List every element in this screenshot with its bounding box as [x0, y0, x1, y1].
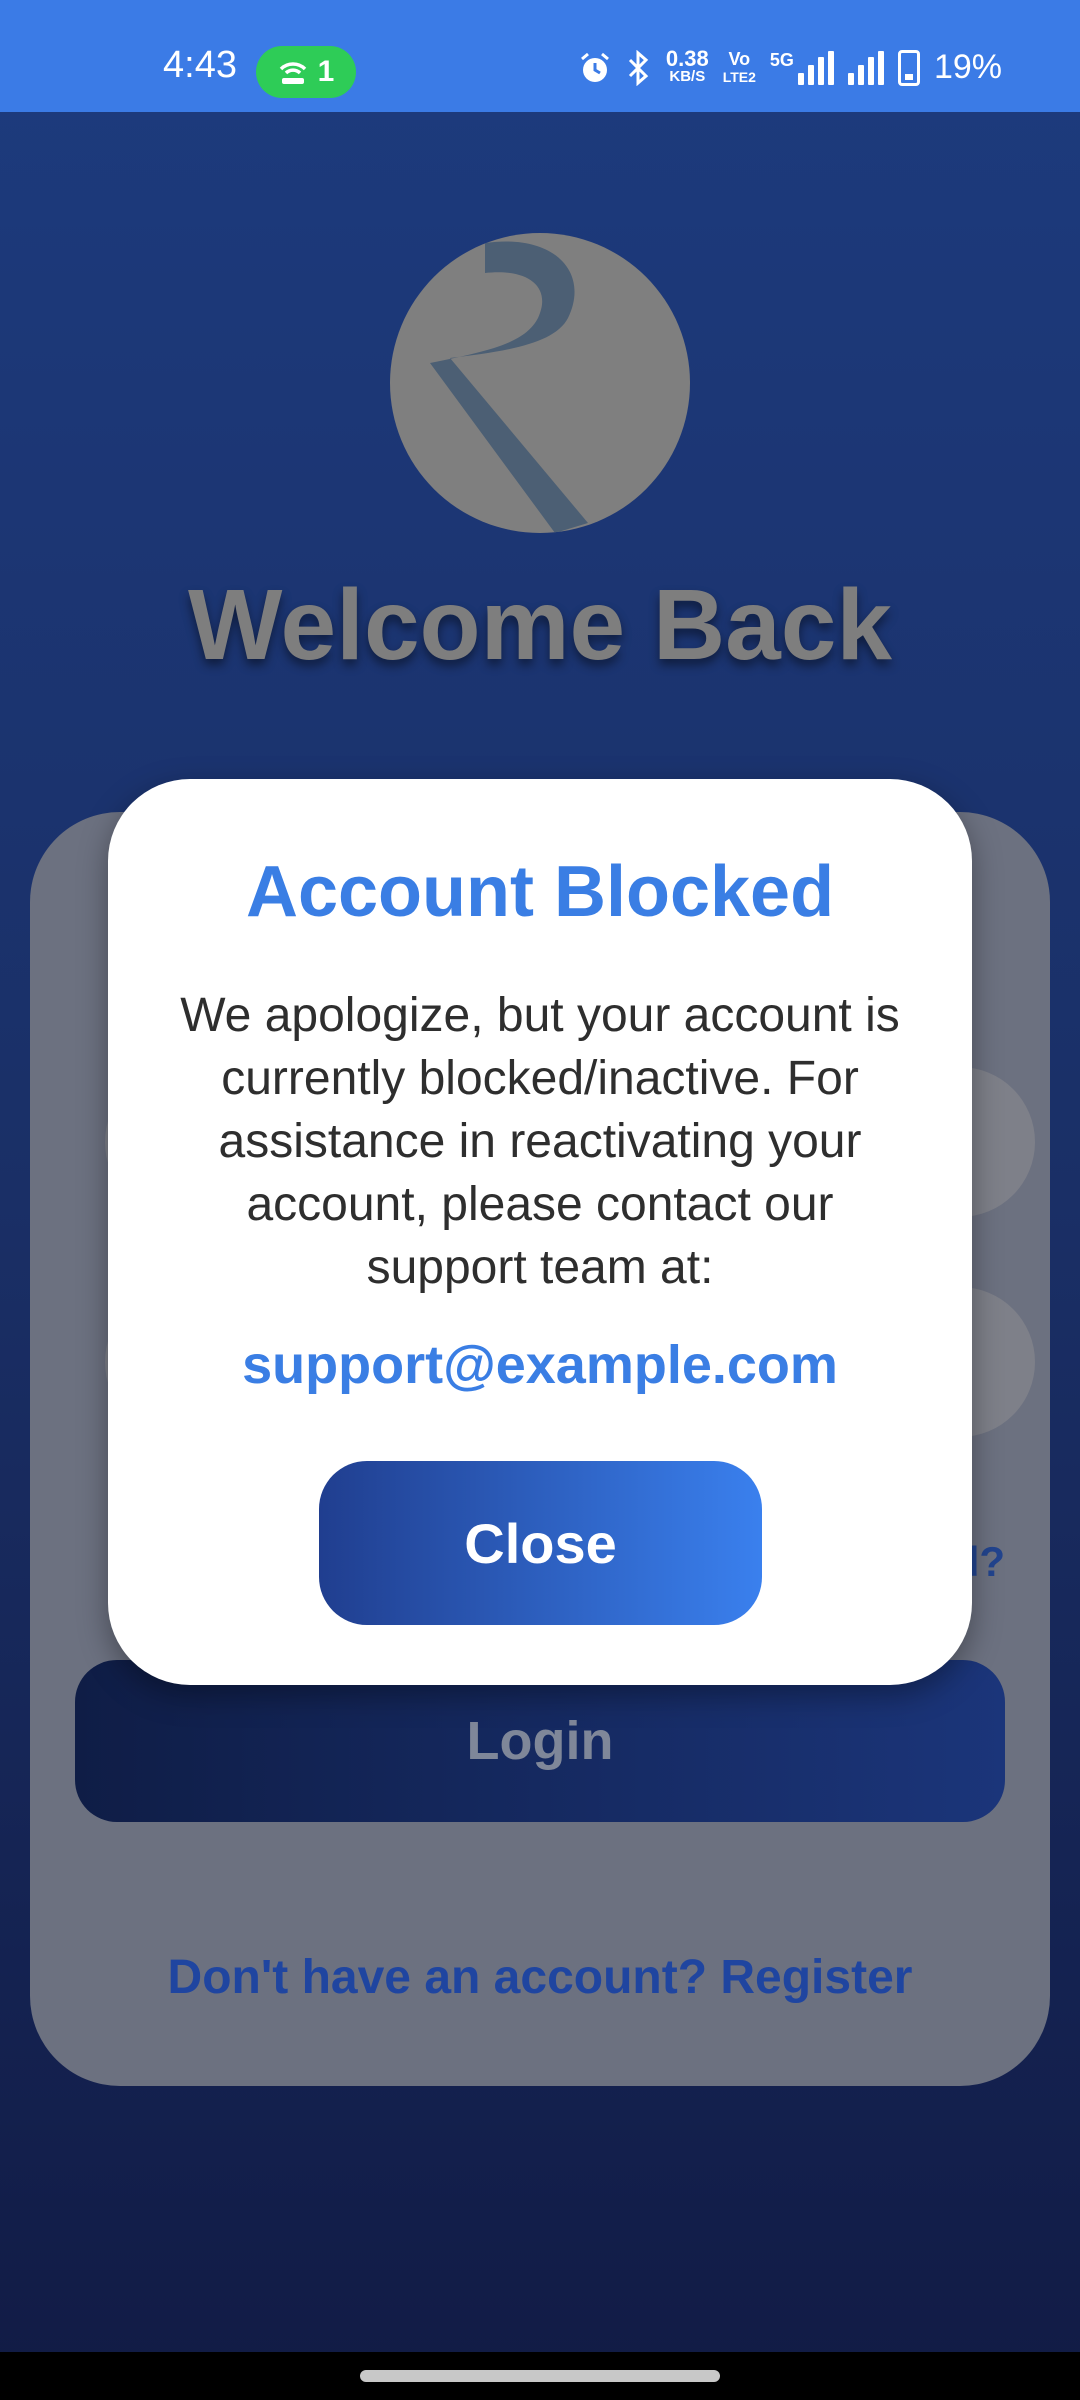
dialog-title: Account Blocked — [245, 852, 835, 932]
network-type: 5G — [769, 49, 794, 70]
welcome-title: Welcome Back — [187, 569, 893, 681]
signal-sim1: 5G — [769, 49, 834, 85]
signal-bars-1-icon — [797, 50, 834, 85]
status-icons: 0.38 KB/S Vo LTE2 5G 19% — [578, 45, 1002, 87]
net-speed-unit: KB/S — [669, 67, 706, 85]
hotspot-icon — [279, 62, 306, 84]
signal-bars-2-icon — [847, 50, 884, 85]
battery-percent: 19% — [933, 48, 1002, 86]
battery-icon — [897, 49, 920, 86]
logo-r-icon — [430, 241, 588, 533]
home-gesture-handle[interactable] — [360, 2370, 720, 2382]
dialog-message: We apologize, but your account is curren… — [180, 989, 900, 1294]
app-logo — [390, 233, 690, 533]
close-button[interactable]: Close — [319, 1461, 762, 1625]
volte-top: Vo — [728, 48, 751, 69]
status-bar: 4:43 1 0.38 KB/S Vo LTE2 5G 19% — [0, 0, 1080, 112]
bluetooth-icon — [628, 49, 649, 86]
net-speed: 0.38 KB/S — [665, 45, 709, 86]
navigation-bar — [0, 2352, 1080, 2400]
account-blocked-dialog: Account Blocked We apologize, but your a… — [108, 779, 972, 1685]
hotspot-count: 1 — [317, 55, 335, 88]
hotspot-indicator: 1 — [256, 46, 356, 98]
volte-indicator: Vo LTE2 — [723, 50, 756, 86]
volte-bottom: LTE2 — [722, 68, 756, 85]
support-email-link[interactable]: support@example.com — [108, 1334, 972, 1396]
alarm-icon — [580, 52, 609, 82]
net-speed-value: 0.38 — [665, 45, 709, 71]
register-link[interactable]: Don't have an account? Register — [30, 1950, 1050, 2005]
status-time: 4:43 — [163, 44, 237, 86]
